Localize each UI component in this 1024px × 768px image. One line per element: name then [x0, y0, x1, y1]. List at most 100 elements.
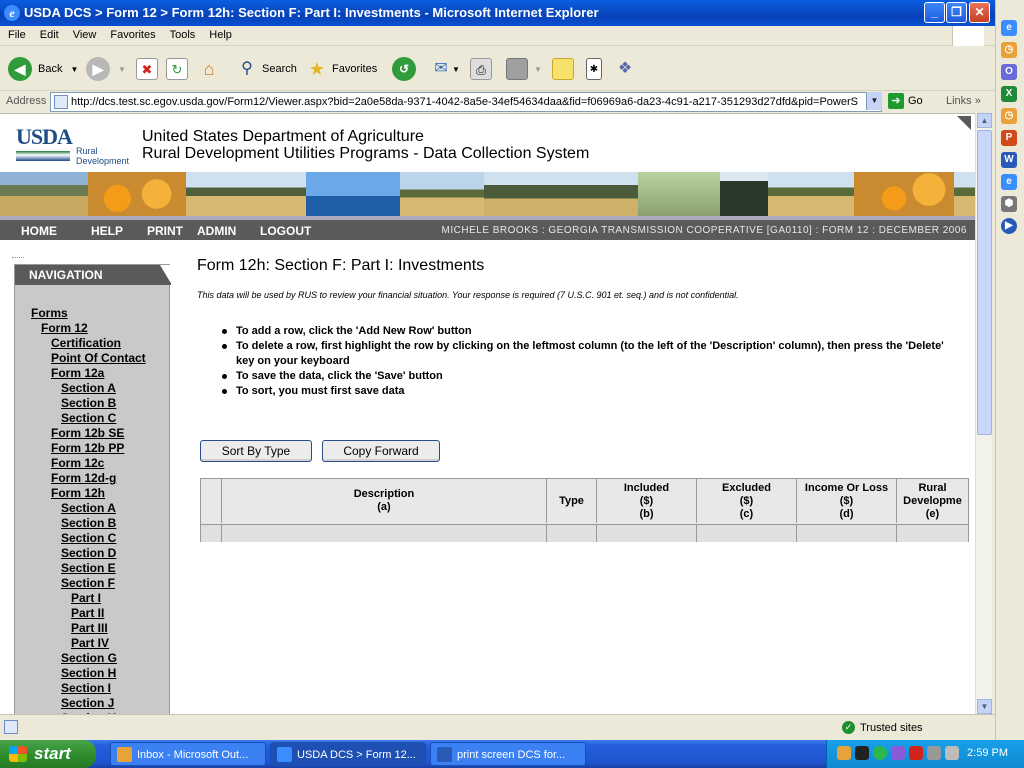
links-button[interactable]: Links »: [946, 95, 981, 107]
forward-button[interactable]: ▶ ▼: [86, 55, 126, 83]
grid-cell[interactable]: [222, 524, 547, 542]
nav-item-section-c[interactable]: Section C: [61, 411, 116, 425]
nav-item-certification[interactable]: Certification: [51, 336, 121, 350]
back-button[interactable]: ◀ Back ▼: [8, 55, 78, 83]
nav-help-link[interactable]: HELP: [91, 224, 123, 238]
taskbar-item-word[interactable]: print screen DCS for...: [430, 742, 586, 766]
grid-cell[interactable]: [597, 524, 697, 542]
edit-dropdown-icon[interactable]: ▼: [534, 65, 542, 74]
nav-item-section-g[interactable]: Section G: [61, 651, 117, 665]
nav-print-link[interactable]: PRINT: [147, 224, 183, 238]
timer-launch-icon[interactable]: ◷: [1001, 108, 1017, 124]
close-button[interactable]: ✕: [969, 2, 990, 23]
menu-favorites[interactable]: Favorites: [102, 26, 161, 41]
nav-item-section-h[interactable]: Section H: [61, 666, 116, 680]
menu-file[interactable]: File: [0, 26, 32, 41]
word-launch-icon[interactable]: W: [1001, 152, 1017, 168]
refresh-button[interactable]: ↻: [166, 55, 188, 83]
grid-cell[interactable]: [897, 524, 969, 542]
search-button[interactable]: ⚲ Search: [236, 55, 297, 83]
nav-item-section-j[interactable]: Section J: [61, 696, 114, 710]
nav-item-part-iv[interactable]: Part IV: [71, 636, 109, 650]
start-button[interactable]: start: [0, 740, 96, 768]
nav-item-part-iii[interactable]: Part III: [71, 621, 108, 635]
nav-item-form-12b-pp[interactable]: Form 12b PP: [51, 441, 124, 455]
mail-dropdown-icon[interactable]: ▼: [452, 65, 460, 74]
discuss-button[interactable]: [552, 55, 574, 83]
history-button[interactable]: ↺: [392, 55, 416, 83]
nav-item-section-b[interactable]: Section B: [61, 516, 116, 530]
grid-column-header[interactable]: Income Or Loss ($) (d): [797, 479, 897, 523]
tray-antivirus-icon[interactable]: [909, 746, 923, 760]
sort-by-type-button[interactable]: Sort By Type: [200, 440, 312, 462]
research-button[interactable]: ❖: [614, 55, 636, 83]
powerpoint-launch-icon[interactable]: P: [1001, 130, 1017, 146]
restore-button[interactable]: ❐: [946, 2, 967, 23]
grid-cell[interactable]: [547, 524, 597, 542]
menu-help[interactable]: Help: [201, 26, 238, 41]
tray-network-icon[interactable]: [873, 746, 887, 760]
address-dropdown-icon[interactable]: ▼: [866, 92, 882, 110]
menu-edit[interactable]: Edit: [32, 26, 65, 41]
nav-item-form-12[interactable]: Form 12: [41, 321, 88, 335]
print-button[interactable]: ⎙: [470, 55, 492, 83]
nav-item-section-e[interactable]: Section E: [61, 561, 116, 575]
menu-view[interactable]: View: [65, 26, 103, 41]
minimize-button[interactable]: _: [924, 2, 945, 23]
nav-item-form-12b-se[interactable]: Form 12b SE: [51, 426, 124, 440]
tray-misc-icon[interactable]: [927, 746, 941, 760]
forward-dropdown-icon[interactable]: ▼: [118, 65, 126, 74]
grid-column-header[interactable]: Type: [547, 479, 597, 523]
ie2-launch-icon[interactable]: e: [1001, 174, 1017, 190]
grid-cell[interactable]: [697, 524, 797, 542]
messenger-button[interactable]: ✱: [586, 55, 602, 83]
grid-row-selector[interactable]: [201, 524, 222, 542]
grid-column-header[interactable]: Included ($) (b): [597, 479, 697, 523]
outlook-launch-icon[interactable]: O: [1001, 64, 1017, 80]
nav-item-point-of-contact[interactable]: Point Of Contact: [51, 351, 146, 365]
grid-column-header[interactable]: Description (a): [222, 479, 547, 523]
grid-cell[interactable]: [797, 524, 897, 542]
go-button[interactable]: ➜ Go: [888, 93, 923, 109]
nav-item-part-ii[interactable]: Part II: [71, 606, 104, 620]
tray-clock-icon[interactable]: [837, 746, 851, 760]
tray-alert-icon[interactable]: [855, 746, 869, 760]
nav-item-form-12d-g[interactable]: Form 12d-g: [51, 471, 116, 485]
nav-item-section-i[interactable]: Section I: [61, 681, 111, 695]
media-launch-icon[interactable]: ▶: [1001, 218, 1017, 234]
nav-item-section-b[interactable]: Section B: [61, 396, 116, 410]
nav-item-section-f[interactable]: Section F: [61, 576, 115, 590]
nav-item-forms[interactable]: Forms: [31, 306, 68, 320]
nav-item-form-12a[interactable]: Form 12a: [51, 366, 104, 380]
favorites-button[interactable]: ★ Favorites: [306, 55, 377, 83]
stop-button[interactable]: ✖: [136, 55, 158, 83]
tray-volume-icon[interactable]: [945, 746, 959, 760]
nav-item-part-i[interactable]: Part I: [71, 591, 101, 605]
tray-app-icon[interactable]: [891, 746, 905, 760]
back-dropdown-icon[interactable]: ▼: [70, 65, 78, 74]
edit-button[interactable]: ▼: [506, 55, 542, 83]
window-title-bar[interactable]: e USDA DCS > Form 12 > Form 12h: Section…: [0, 0, 1024, 26]
menu-tools[interactable]: Tools: [162, 26, 202, 41]
nav-home-link[interactable]: HOME: [21, 224, 57, 238]
copy-forward-button[interactable]: Copy Forward: [322, 440, 440, 462]
grid-column-header[interactable]: Rural Developme (e): [897, 479, 969, 523]
taskbar-item-outlook[interactable]: Inbox - Microsoft Out...: [110, 742, 266, 766]
nav-admin-link[interactable]: ADMIN: [197, 224, 236, 238]
clock-launch-icon[interactable]: ◷: [1001, 42, 1017, 58]
home-button[interactable]: ⌂: [198, 55, 220, 83]
ie-launch-icon[interactable]: e: [1001, 20, 1017, 36]
security-zone[interactable]: ✓ Trusted sites: [842, 721, 923, 734]
nav-item-section-a[interactable]: Section A: [61, 501, 116, 515]
excel-launch-icon[interactable]: X: [1001, 86, 1017, 102]
grid-column-header[interactable]: Excluded ($) (c): [697, 479, 797, 523]
nav-item-section-c[interactable]: Section C: [61, 531, 116, 545]
address-input[interactable]: http://dcs.test.sc.egov.usda.gov/Form12/…: [50, 92, 882, 112]
nav-item-section-a[interactable]: Section A: [61, 381, 116, 395]
nav-item-form-12h[interactable]: Form 12h: [51, 486, 105, 500]
scroll-up-icon[interactable]: ▲: [977, 113, 992, 128]
scroll-thumb[interactable]: [977, 130, 992, 435]
nav-item-section-d[interactable]: Section D: [61, 546, 116, 560]
nav-logout-link[interactable]: LOGOUT: [260, 224, 311, 238]
network-launch-icon[interactable]: ⬢: [1001, 196, 1017, 212]
